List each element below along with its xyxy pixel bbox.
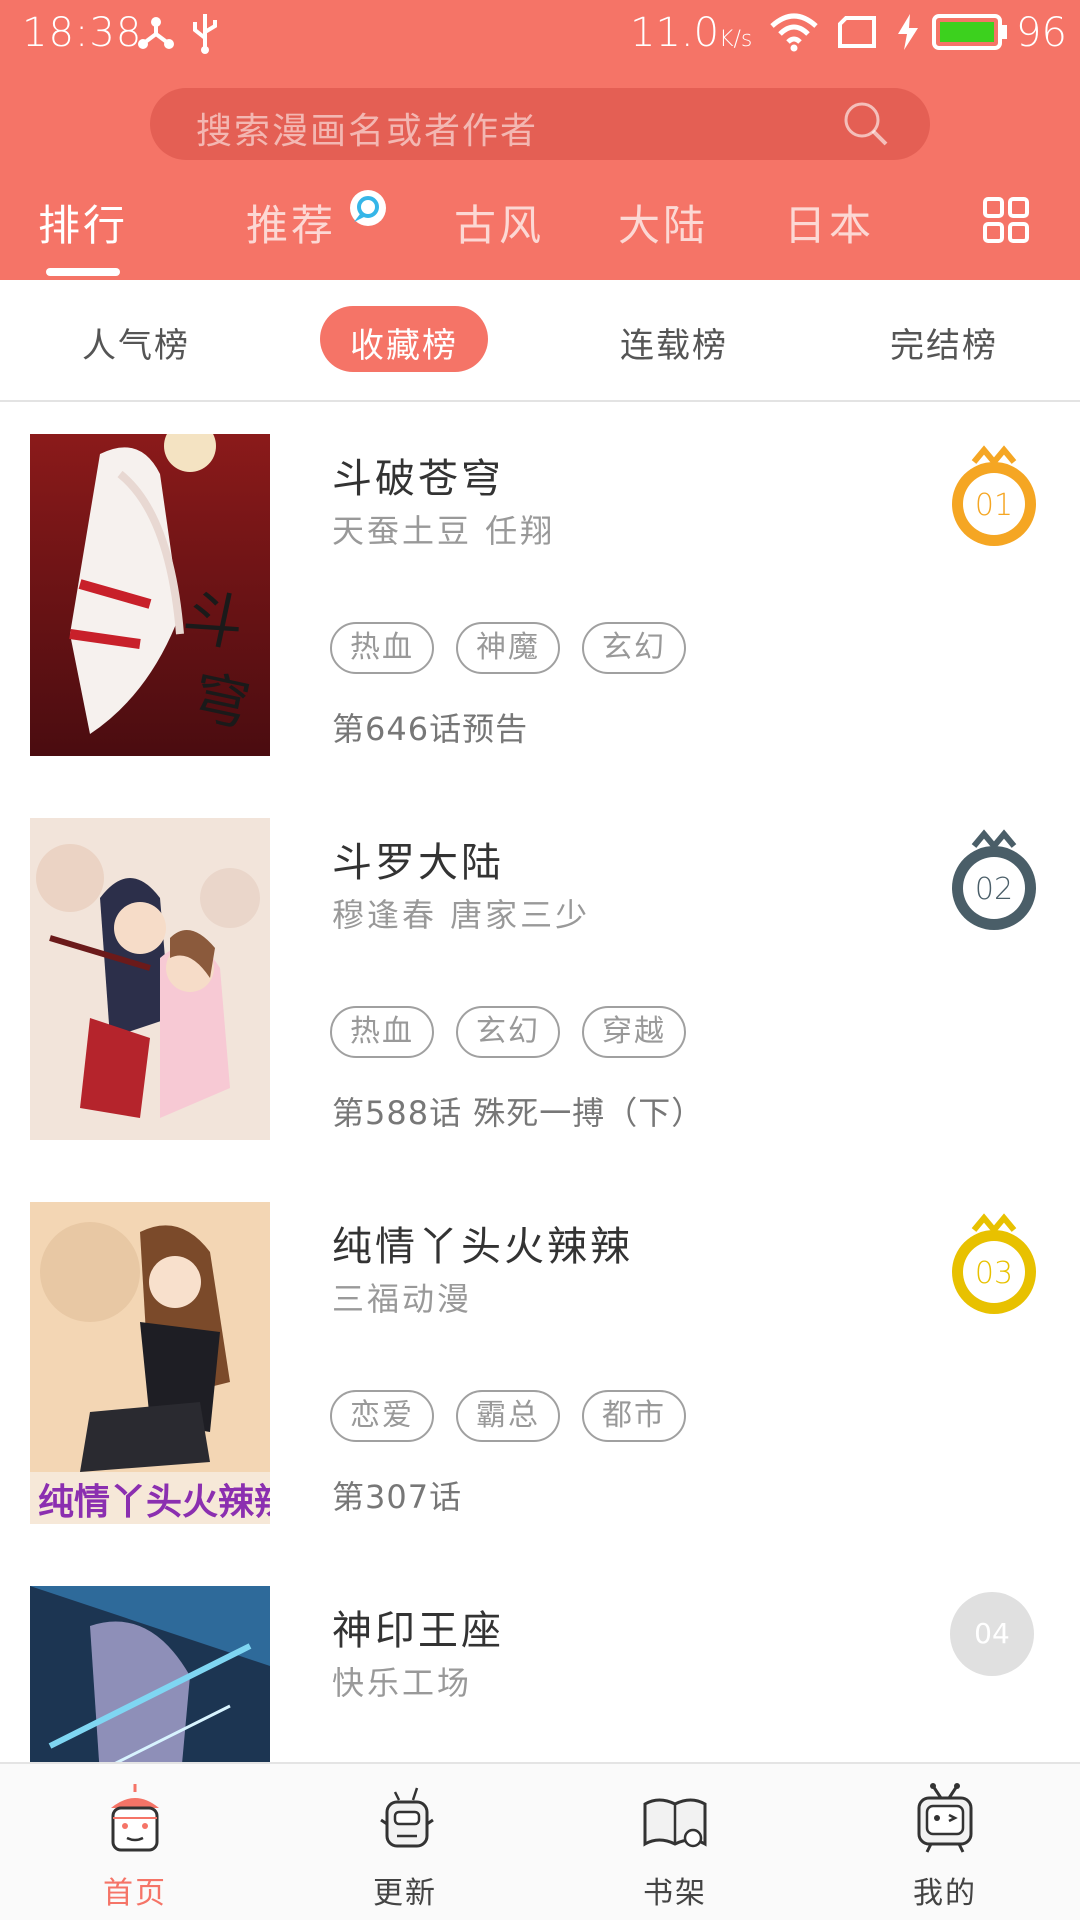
- tag-list: 恋爱 霸总 都市: [330, 1390, 708, 1442]
- tag[interactable]: 霸总: [456, 1390, 560, 1442]
- tag[interactable]: 热血: [330, 1006, 434, 1058]
- home-lantern-icon: [111, 1784, 159, 1852]
- nav-bookshelf-label: 书架: [643, 1876, 707, 1911]
- subtab-completed[interactable]: 完结榜: [890, 318, 998, 367]
- tag[interactable]: 玄幻: [582, 622, 686, 674]
- rank-crown-badge: 01: [944, 440, 1044, 550]
- search-input[interactable]: 搜索漫画名或者作者: [150, 88, 930, 160]
- svg-text:纯情丫头火辣辣: 纯情丫头火辣辣: [38, 1482, 270, 1523]
- comic-cover[interactable]: 纯情丫头火辣辣: [30, 1202, 270, 1524]
- rank-number: 02: [974, 872, 1014, 907]
- bookshelf-book-icon: [643, 1798, 707, 1848]
- list-item[interactable]: 斗罗大陆 穆逢春 唐家三少 热血 玄幻 穿越 第588话 殊死一搏（下） 02: [0, 788, 1080, 1172]
- rank-number: 01: [974, 488, 1014, 523]
- rank-crown-badge: 02: [944, 824, 1044, 934]
- tab-ranking[interactable]: 排行: [38, 192, 128, 253]
- header: 18:38 11.0K/s 96 搜索漫画名或者作者 排行 推荐 古风 大陆 日…: [0, 0, 1080, 280]
- profile-tv-icon: [917, 1783, 973, 1853]
- battery-level: 96: [1016, 10, 1067, 56]
- grid-menu-icon[interactable]: [982, 196, 1030, 244]
- list-item[interactable]: 神印王座 快乐工场 04: [0, 1556, 1080, 1762]
- nav-home-label: 首页: [103, 1876, 167, 1911]
- nav-home[interactable]: 首页: [0, 1764, 270, 1920]
- rank-number: 04: [950, 1592, 1034, 1676]
- tag[interactable]: 恋爱: [330, 1390, 434, 1442]
- tag[interactable]: 玄幻: [456, 1006, 560, 1058]
- tag[interactable]: 热血: [330, 622, 434, 674]
- latest-chapter[interactable]: 第588话 殊死一搏（下）: [332, 1088, 704, 1134]
- nav-update-label: 更新: [373, 1876, 437, 1911]
- update-robot-icon: [380, 1787, 434, 1848]
- search-placeholder: 搜索漫画名或者作者: [196, 111, 539, 152]
- latest-chapter[interactable]: 第307话: [332, 1472, 462, 1518]
- comic-cover[interactable]: [30, 818, 270, 1140]
- bottom-navigation: 首页 更新 书架 我的: [0, 1762, 1080, 1920]
- charging-icon: [898, 14, 918, 50]
- list-item[interactable]: 纯情丫头火辣辣 纯情丫头火辣辣 三福动漫 恋爱 霸总 都市 第307话 03: [0, 1172, 1080, 1556]
- tag-list: 热血 玄幻 穿越: [330, 1006, 708, 1058]
- tag[interactable]: 都市: [582, 1390, 686, 1442]
- status-bar: 18:38 11.0K/s 96: [0, 0, 1080, 66]
- status-speed: 11.0K/s: [630, 10, 753, 56]
- comic-cover[interactable]: [30, 1586, 270, 1762]
- sim-card-icon: [838, 16, 876, 48]
- comic-cover[interactable]: 斗 穹: [30, 434, 270, 756]
- latest-chapter[interactable]: 第646话预告: [332, 704, 528, 750]
- tab-ancient-style[interactable]: 古风: [454, 192, 544, 253]
- comic-authors: 天蚕土豆 任翔: [332, 512, 556, 550]
- comic-authors: 穆逢春 唐家三少: [332, 896, 591, 934]
- comic-list[interactable]: 斗 穹 斗破苍穹 天蚕土豆 任翔 热血 神魔 玄幻 第646话预告 01 斗罗大…: [0, 404, 1080, 1762]
- subtab-favorites-label: 收藏榜: [350, 326, 458, 366]
- subtab-popularity[interactable]: 人气榜: [82, 318, 190, 367]
- comic-title[interactable]: 斗罗大陆: [332, 830, 504, 888]
- tab-mainland[interactable]: 大陆: [618, 192, 708, 253]
- status-time: 18:38: [22, 10, 143, 56]
- comic-title[interactable]: 神印王座: [332, 1598, 504, 1656]
- tag[interactable]: 神魔: [456, 622, 560, 674]
- list-item[interactable]: 斗 穹 斗破苍穹 天蚕土豆 任翔 热血 神魔 玄幻 第646话预告 01: [0, 404, 1080, 788]
- comic-authors: 快乐工场: [332, 1664, 473, 1702]
- search-icon[interactable]: [840, 98, 892, 150]
- nav-update[interactable]: 更新: [270, 1764, 540, 1920]
- nav-profile-label: 我的: [913, 1876, 977, 1911]
- tab-active-indicator: [46, 268, 120, 276]
- tab-recommend[interactable]: 推荐: [246, 192, 336, 253]
- battery-icon: [932, 14, 1007, 50]
- subtab-serializing[interactable]: 连载榜: [620, 318, 728, 367]
- nav-bookshelf[interactable]: 书架: [540, 1764, 810, 1920]
- usb-icon: [193, 14, 217, 54]
- share-icon: [138, 17, 174, 49]
- tag[interactable]: 穿越: [582, 1006, 686, 1058]
- comic-title[interactable]: 纯情丫头火辣辣: [332, 1214, 633, 1272]
- tab-japan[interactable]: 日本: [784, 192, 874, 253]
- chat-bubble-icon: [350, 190, 386, 226]
- tag-list: 热血 神魔 玄幻: [330, 622, 708, 674]
- rank-number: 03: [974, 1256, 1014, 1291]
- subtab-favorites[interactable]: 收藏榜: [320, 306, 488, 372]
- comic-authors: 三福动漫: [332, 1280, 473, 1318]
- wifi-icon: [770, 13, 818, 52]
- sub-tabs: 人气榜 连载榜 完结榜: [0, 280, 1080, 402]
- nav-profile[interactable]: 我的: [810, 1764, 1080, 1920]
- comic-title[interactable]: 斗破苍穹: [332, 446, 504, 504]
- rank-crown-badge: 03: [944, 1208, 1044, 1318]
